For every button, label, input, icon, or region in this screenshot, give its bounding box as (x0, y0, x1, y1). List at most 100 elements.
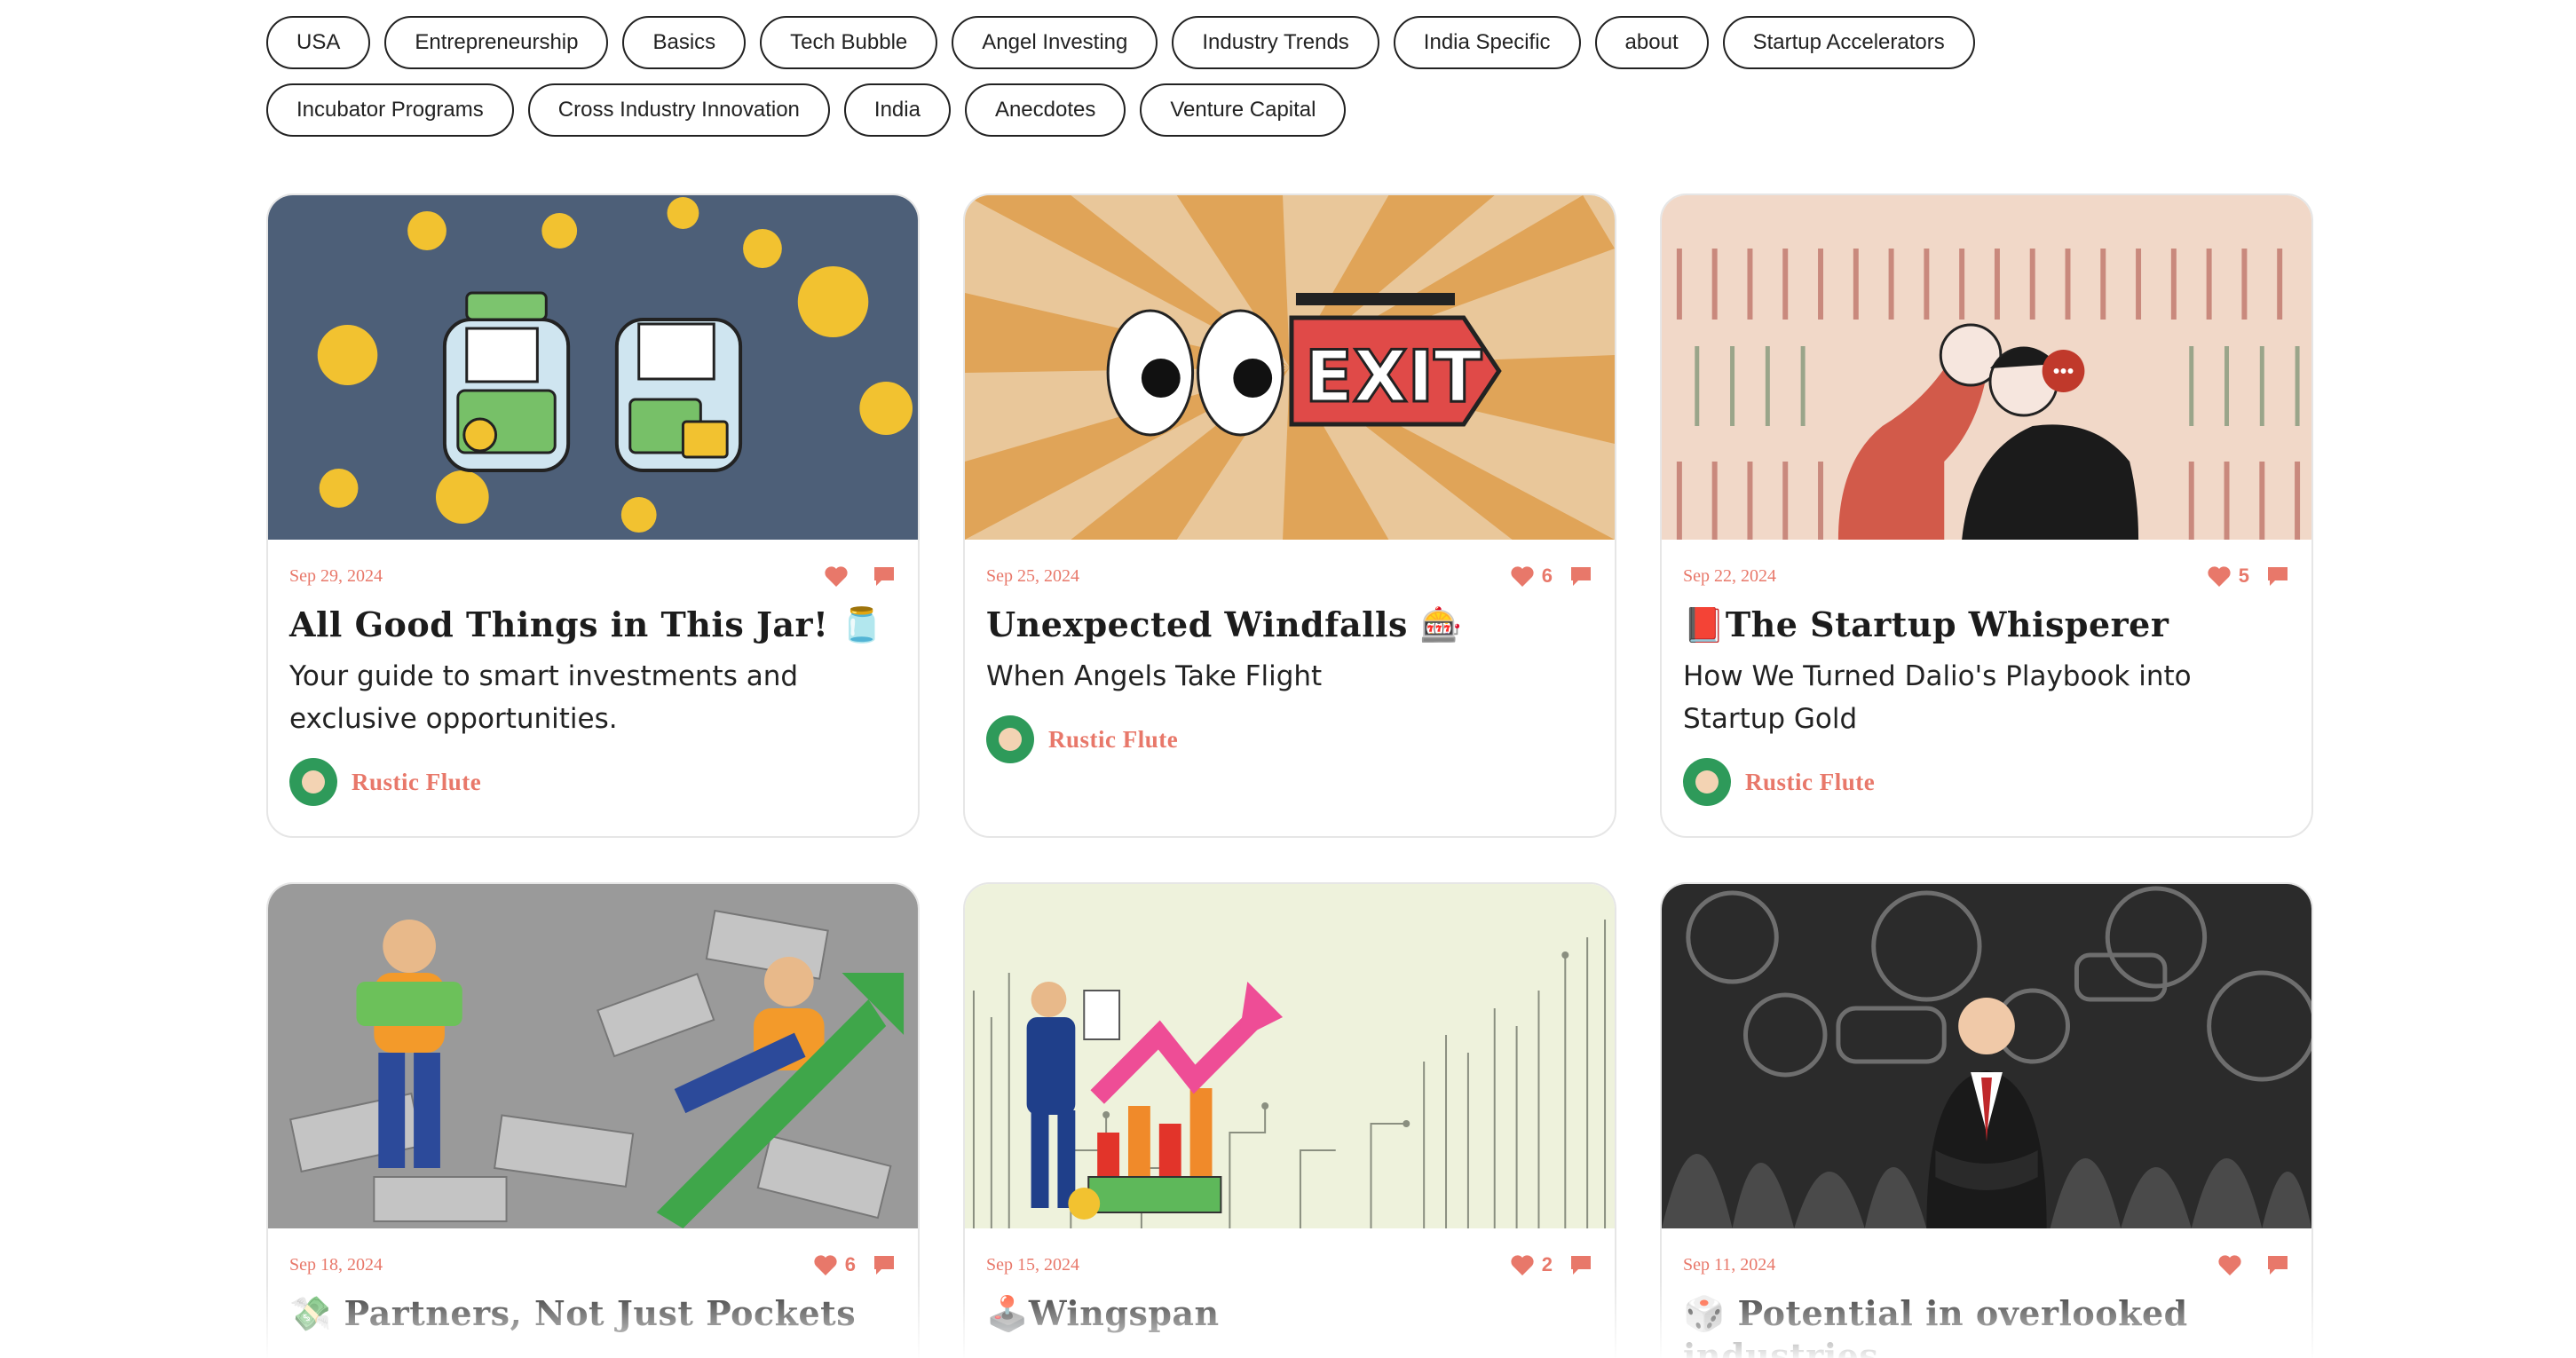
businessman-machinery-image (1662, 884, 2311, 1228)
heart-icon (2208, 566, 2231, 587)
post-title[interactable]: 💸 Partners, Not Just Pockets (268, 1278, 918, 1335)
post-stats: 2 (1510, 1253, 1593, 1276)
comment-button[interactable] (2265, 1253, 2290, 1276)
avatar (1683, 758, 1731, 806)
post-date: Sep 11, 2024 (1683, 1254, 1776, 1275)
like-button[interactable]: 6 (1510, 565, 1553, 588)
tag-incubator-programs[interactable]: Incubator Programs (266, 83, 514, 137)
tag-india-specific[interactable]: India Specific (1393, 16, 1581, 69)
post-date: Sep 25, 2024 (986, 565, 1079, 586)
tag-filter-bar: USA Entrepreneurship Basics Tech Bubble … (266, 16, 2326, 151)
author-name[interactable]: Rustic Flute (1048, 726, 1178, 754)
author-name[interactable]: Rustic Flute (1745, 769, 1875, 796)
comment-icon (2268, 567, 2288, 586)
avatar (986, 715, 1034, 763)
post-stats: 6 (813, 1253, 897, 1276)
comment-button[interactable] (872, 1253, 897, 1276)
avatar (289, 758, 337, 806)
circuit-chart-businessman-image (965, 884, 1615, 1228)
post-card[interactable]: EXIT Sep 25, 2024 6 Unexpected Windfalls… (963, 193, 1616, 838)
tag-india[interactable]: India (843, 83, 951, 137)
tag-industry-trends[interactable]: Industry Trends (1172, 16, 1379, 69)
heart-icon (1511, 566, 1534, 587)
post-title[interactable]: 🎲 Potential in overlooked industries (1662, 1278, 2311, 1358)
post-title[interactable]: All Good Things in This Jar! 🫙 (268, 589, 918, 646)
post-meta: Sep 29, 2024 (268, 540, 918, 589)
post-date: Sep 22, 2024 (1683, 565, 1776, 586)
tag-about[interactable]: about (1594, 16, 1709, 69)
svg-text:EXIT: EXIT (1305, 336, 1482, 418)
like-button[interactable] (2217, 1253, 2249, 1276)
tag-anecdotes[interactable]: Anecdotes (964, 83, 1126, 137)
comment-button[interactable] (2265, 565, 2290, 588)
post-date: Sep 29, 2024 (289, 565, 383, 586)
post-meta: Sep 18, 2024 6 (268, 1228, 918, 1278)
heart-icon (2218, 1255, 2241, 1275)
post-thumbnail[interactable]: EXIT (965, 195, 1615, 540)
comment-button[interactable] (1569, 1253, 1593, 1276)
post-card[interactable]: Sep 29, 2024 All Good Things in This Jar… (266, 193, 920, 838)
post-thumbnail[interactable] (1662, 195, 2311, 540)
author-name[interactable]: Rustic Flute (352, 769, 481, 796)
post-stats (2217, 1253, 2290, 1276)
like-count: 2 (1541, 1253, 1553, 1275)
like-count: 6 (1541, 565, 1553, 587)
post-grid: Sep 29, 2024 All Good Things in This Jar… (266, 193, 2313, 1358)
like-button[interactable]: 2 (1510, 1253, 1553, 1276)
post-meta: Sep 15, 2024 2 (965, 1228, 1615, 1278)
post-stats (824, 565, 897, 588)
tag-row-1: USA Entrepreneurship Basics Tech Bubble … (266, 16, 2326, 69)
heart-icon (1511, 1255, 1534, 1275)
comment-icon (1571, 1256, 1591, 1275)
comment-icon (874, 1256, 894, 1275)
tag-entrepreneurship[interactable]: Entrepreneurship (384, 16, 609, 69)
post-author[interactable]: Rustic Flute (1662, 740, 2311, 806)
eyes-exit-sign-image: EXIT (965, 195, 1615, 540)
like-button[interactable] (824, 565, 856, 588)
post-author[interactable]: Rustic Flute (268, 740, 918, 806)
heart-icon (825, 566, 848, 587)
like-button[interactable]: 6 (813, 1253, 856, 1276)
post-meta: Sep 22, 2024 5 (1662, 540, 2311, 589)
tag-row-2: Incubator Programs Cross Industry Innova… (266, 83, 2326, 137)
comment-button[interactable] (1569, 565, 1593, 588)
post-card[interactable]: Sep 11, 2024 🎲 Potential in overlooked i… (1660, 882, 2313, 1358)
tag-basics[interactable]: Basics (622, 16, 747, 69)
tag-angel-investing[interactable]: Angel Investing (952, 16, 1158, 69)
heart-icon (814, 1255, 837, 1275)
money-pile-growth-image (268, 884, 918, 1228)
post-meta: Sep 11, 2024 (1662, 1228, 2311, 1278)
like-button[interactable]: 5 (2207, 565, 2249, 588)
whispering-couple-image (1662, 195, 2311, 540)
tag-cross-industry-innovation[interactable]: Cross Industry Innovation (527, 83, 830, 137)
comment-icon (874, 567, 894, 586)
post-title[interactable]: 🕹️Wingspan (965, 1278, 1615, 1335)
comment-icon (1571, 567, 1591, 586)
post-thumbnail[interactable] (1662, 884, 2311, 1228)
post-thumbnail[interactable] (965, 884, 1615, 1228)
post-date: Sep 18, 2024 (289, 1254, 383, 1275)
post-title[interactable]: Unexpected Windfalls 🎰 (965, 589, 1615, 646)
post-stats: 6 (1510, 565, 1593, 588)
post-subtitle: How We Turned Dalio's Playbook into Star… (1683, 660, 2192, 735)
tag-usa[interactable]: USA (266, 16, 371, 69)
post-stats: 5 (2207, 565, 2290, 588)
post-card[interactable]: Sep 18, 2024 6 💸 Partners, Not Just Pock… (266, 882, 920, 1358)
tag-venture-capital[interactable]: Venture Capital (1140, 83, 1347, 137)
post-card[interactable]: Sep 22, 2024 5 📕The Startup Whisperer Ho… (1660, 193, 2313, 838)
post-author[interactable]: Rustic Flute (965, 698, 1615, 763)
tag-startup-accelerators[interactable]: Startup Accelerators (1722, 16, 1975, 69)
post-thumbnail[interactable] (268, 195, 918, 540)
like-count: 5 (2238, 565, 2249, 587)
post-card[interactable]: Sep 15, 2024 2 🕹️Wingspan (963, 882, 1616, 1358)
post-subtitle: Your guide to smart investments and excl… (289, 660, 799, 735)
comment-button[interactable] (872, 565, 897, 588)
like-count: 6 (844, 1253, 856, 1275)
jars-of-coins-image (268, 195, 918, 540)
post-title[interactable]: 📕The Startup Whisperer (1662, 589, 2311, 646)
tag-tech-bubble[interactable]: Tech Bubble (760, 16, 938, 69)
comment-icon (2268, 1256, 2288, 1275)
post-meta: Sep 25, 2024 6 (965, 540, 1615, 589)
post-thumbnail[interactable] (268, 884, 918, 1228)
post-date: Sep 15, 2024 (986, 1254, 1079, 1275)
